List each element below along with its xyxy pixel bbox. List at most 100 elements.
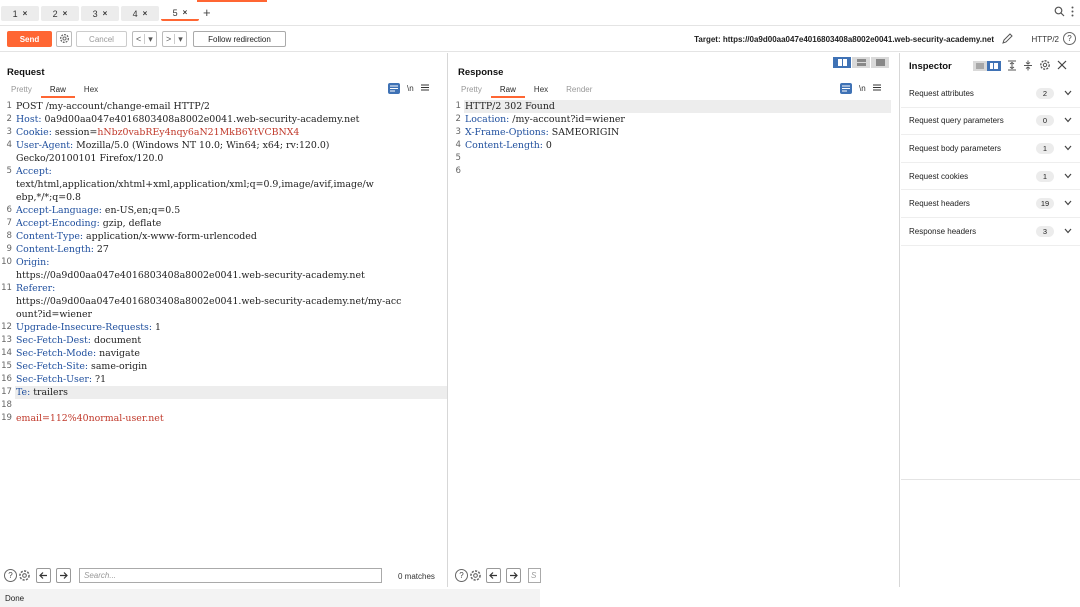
line-number: 4 (6, 140, 12, 150)
line-text: text/html,application/xhtml+xml,applicat… (15, 178, 447, 191)
gear-icon[interactable] (1039, 59, 1051, 73)
follow-redirection-button[interactable]: Follow redirection (193, 31, 286, 47)
cancel-button[interactable]: Cancel (76, 31, 127, 47)
tab-hex[interactable]: Hex (75, 84, 107, 98)
inspector-section[interactable]: Request attributes 2 (901, 80, 1080, 108)
header-name: Content-Type: (16, 231, 84, 242)
close-icon[interactable] (1057, 60, 1067, 72)
back-nav-group[interactable]: < ▾ (132, 31, 157, 47)
layout-side-by-side-icon[interactable] (833, 57, 852, 68)
chevron-down-icon[interactable] (1064, 116, 1072, 125)
forward-nav-group[interactable]: > ▾ (162, 31, 187, 47)
inspector-section[interactable]: Response headers 3 (901, 218, 1080, 246)
response-search-input[interactable]: S (528, 568, 541, 583)
search-previous-button[interactable] (486, 568, 501, 583)
header-name: Upgrade-Insecure-Requests: (16, 322, 153, 333)
line-text: https://0a9d00aa047e4016803408a8002e0041… (15, 269, 447, 282)
editor-line: 1 POST /my-account/change-email HTTP/2 (0, 100, 447, 113)
search-next-button[interactable] (506, 568, 521, 583)
layout-tabbed-icon[interactable] (871, 57, 890, 68)
settings-button[interactable] (56, 31, 72, 47)
tab-hex[interactable]: Hex (525, 84, 557, 98)
gear-icon[interactable] (18, 569, 31, 584)
inspector-layout-switch (973, 61, 1001, 71)
count-badge: 2 (1036, 87, 1054, 99)
tab-5[interactable]: 5 × (161, 6, 199, 21)
header-value: 1 (152, 322, 161, 333)
header-name: User-Agent: (16, 140, 74, 151)
response-panel: Response Pretty Raw Hex Render \n 1 HTTP/… (449, 53, 900, 587)
header-value: https://0a9d00aa047e4016803408a8002e0041… (16, 296, 402, 307)
pencil-icon[interactable] (1001, 32, 1014, 47)
forward-history-dropdown[interactable]: ▾ (175, 34, 186, 45)
line-number: 1 (6, 101, 12, 111)
search-icon[interactable] (1054, 6, 1065, 20)
newline-toggle[interactable]: \n (407, 84, 414, 93)
target-url: Target: https://0a9d00aa047e4016803408a8… (694, 35, 994, 44)
forward-button[interactable]: > (163, 34, 174, 44)
header-value: navigate (96, 348, 140, 359)
chevron-down-icon[interactable] (1064, 89, 1072, 98)
search-next-button[interactable] (56, 568, 71, 583)
header-name: Accept: (16, 166, 52, 177)
add-tab-button[interactable]: + (203, 5, 211, 20)
tab-pretty[interactable]: Pretty (452, 84, 491, 98)
help-icon[interactable]: ? (1063, 32, 1076, 45)
wrap-toggle-icon[interactable] (840, 83, 852, 94)
request-editor[interactable]: 1 POST /my-account/change-email HTTP/2 2 Ho… (0, 100, 447, 425)
collapse-all-icon[interactable] (1023, 60, 1033, 73)
newline-toggle[interactable]: \n (859, 84, 866, 93)
chevron-down-icon[interactable] (1064, 144, 1072, 153)
http-version-label[interactable]: HTTP/2 (1031, 35, 1059, 44)
line-number: 1 (455, 101, 461, 111)
tab-label: 5 (172, 7, 178, 18)
line-text: Referer: (15, 282, 447, 295)
help-icon[interactable]: ? (4, 569, 17, 582)
help-icon[interactable]: ? (455, 569, 468, 582)
wrap-toggle-icon[interactable] (388, 83, 400, 94)
tab-close-icon[interactable]: × (23, 9, 28, 18)
header-value: en-US,en;q=0.5 (101, 205, 181, 216)
chevron-down-icon[interactable] (1064, 227, 1072, 236)
line-number (0, 269, 15, 282)
inspector-section[interactable]: Request cookies 1 (901, 163, 1080, 191)
tab-2[interactable]: 2 × (41, 6, 79, 21)
back-button[interactable]: < (133, 34, 144, 44)
split-view-icon[interactable] (987, 61, 1001, 71)
tab-close-icon[interactable]: × (103, 9, 108, 18)
response-editor[interactable]: 1 HTTP/2 302 Found 2 Location: /my-account?… (449, 100, 891, 178)
tab-close-icon[interactable]: × (143, 9, 148, 18)
editor-line: 4 User-Agent: Mozilla/5.0 (Windows NT 10.… (0, 139, 447, 152)
inspector-section[interactable]: Request body parameters 1 (901, 135, 1080, 163)
editor-line: ebp,*/*;q=0.8 (0, 191, 447, 204)
tab-close-icon[interactable]: × (183, 8, 188, 17)
request-search-input[interactable]: Search... (79, 568, 382, 583)
editor-line: ount?id=wiener (0, 308, 447, 321)
list-view-icon[interactable] (973, 61, 987, 71)
header-name: Accept-Encoding: (16, 218, 100, 229)
inspector-section[interactable]: Request query parameters 0 (901, 108, 1080, 136)
chevron-down-icon[interactable] (1064, 172, 1072, 181)
highlighted-value: hNbz0vabREy4nqy6aN21MkB6YtVCBNX4 (97, 127, 300, 138)
tab-1[interactable]: 1 × (1, 6, 39, 21)
layout-stacked-icon[interactable] (852, 57, 871, 68)
gear-icon (59, 33, 70, 46)
inspector-section[interactable]: Request headers 19 (901, 190, 1080, 218)
more-menu-icon[interactable] (1071, 6, 1074, 20)
tab-3[interactable]: 3 × (81, 6, 119, 21)
search-previous-button[interactable] (36, 568, 51, 583)
tab-close-icon[interactable]: × (63, 9, 68, 18)
tab-pretty[interactable]: Pretty (2, 84, 41, 98)
gear-icon[interactable] (469, 569, 482, 584)
back-history-dropdown[interactable]: ▾ (145, 34, 156, 45)
expand-all-icon[interactable] (1007, 60, 1017, 73)
hamburger-menu-icon[interactable] (420, 84, 429, 93)
header-name: Accept-Language: (16, 205, 102, 216)
send-button[interactable]: Send (7, 31, 52, 47)
tab-raw[interactable]: Raw (40, 84, 75, 98)
tab-4[interactable]: 4 × (121, 6, 159, 21)
tab-raw[interactable]: Raw (490, 84, 525, 98)
chevron-down-icon[interactable] (1064, 199, 1072, 208)
hamburger-menu-icon[interactable] (872, 84, 881, 93)
tab-render[interactable]: Render (557, 84, 601, 98)
